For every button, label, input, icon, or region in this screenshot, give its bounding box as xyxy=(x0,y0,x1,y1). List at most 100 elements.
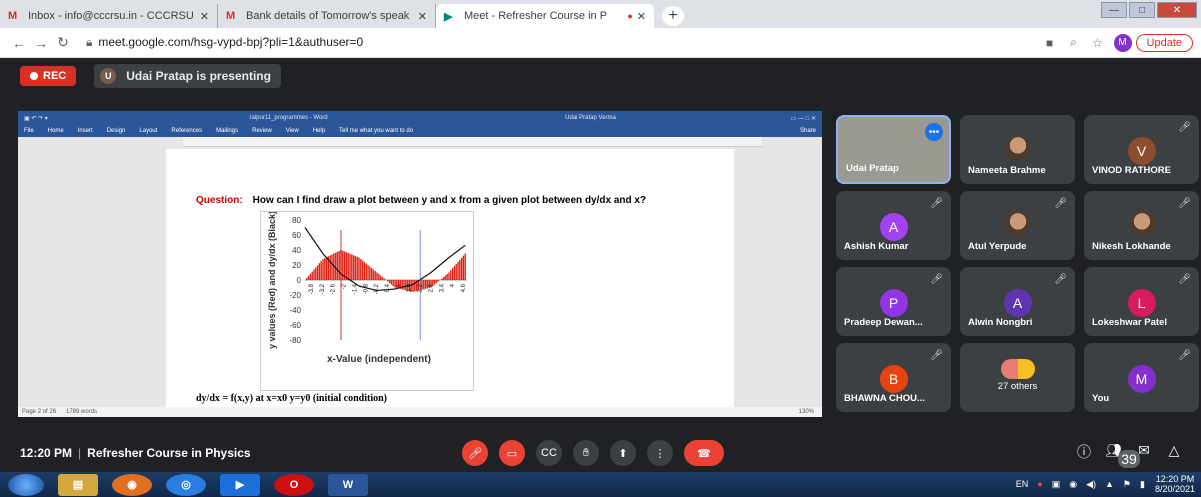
mic-muted-icon: 🎤︎ xyxy=(930,198,943,209)
y-axis-label: y values (Red) and dy/dx (Black) xyxy=(267,212,277,349)
opera-icon[interactable]: O xyxy=(274,473,314,496)
y-tick-label: -40 xyxy=(289,306,301,315)
participant-tile[interactable]: 🎤︎ M You xyxy=(1084,343,1199,412)
participant-avatar: P xyxy=(879,289,908,317)
participant-photo xyxy=(1128,211,1155,237)
windows-taskbar: ▤ ◉ ◎ ▶ O W EN ● ▣ ◉ ◀) ▲ ⚑ ▮ 12:20 PM 8… xyxy=(0,472,1201,497)
chrome-icon[interactable]: ◎ xyxy=(166,473,206,496)
network-icon[interactable]: ▲ xyxy=(1105,479,1114,489)
shared-screen: ▣ ↶ ↷ ▾ raipur11_programmes - Word Udai … xyxy=(18,111,822,417)
x-tick-label: 1.6 xyxy=(407,283,413,292)
x-tick-label: -2.6 xyxy=(331,283,337,294)
participant-tile[interactable]: 🎤︎ V VINOD RATHORE xyxy=(1084,115,1199,184)
flag-icon[interactable]: ⚑ xyxy=(1123,479,1131,490)
participant-name: You xyxy=(1092,393,1110,404)
word-menu-view: View xyxy=(285,128,299,134)
file-explorer-icon[interactable]: ▤ xyxy=(58,473,98,496)
participant-photo xyxy=(1004,211,1031,237)
participant-tile[interactable]: 🎤︎ P Pradeep Dewan... xyxy=(836,267,951,336)
taskbar-clock[interactable]: 12:20 PM 8/20/2021 xyxy=(1155,474,1195,494)
participant-tile[interactable]: 🎤︎ A Ashish Kumar xyxy=(836,191,951,260)
minimize-button[interactable]: — xyxy=(1101,2,1127,18)
participant-name: Alwin Nongbri xyxy=(968,317,1033,328)
people-button[interactable]: 👥︎39 xyxy=(1099,442,1140,475)
participant-avatar: V xyxy=(1127,137,1156,165)
participant-tile[interactable]: 🎤︎ L Lokeshwar Patel xyxy=(1084,267,1199,336)
close-icon[interactable]: ✕ xyxy=(418,10,427,23)
raise-hand-button[interactable]: ✋︎ xyxy=(573,440,599,466)
star-icon[interactable]: ☆ xyxy=(1086,36,1110,50)
close-icon[interactable]: ✕ xyxy=(200,10,209,23)
participant-tile[interactable]: 🎤︎ Atul Yerpude xyxy=(960,191,1075,260)
x-tick-label: 4.6 xyxy=(461,283,467,292)
present-button[interactable]: ⬆ xyxy=(610,440,636,466)
status-page: Page 2 of 26 xyxy=(22,409,57,415)
info-button[interactable]: ⓘ xyxy=(1069,442,1099,475)
participant-avatar: L xyxy=(1127,289,1156,317)
mic-muted-icon: 🎤︎ xyxy=(930,274,943,285)
word-menu-references: References xyxy=(171,128,203,134)
window-close-button[interactable]: ✕ xyxy=(1157,2,1197,18)
mic-off-button[interactable]: 🎤︎ xyxy=(462,440,488,466)
chat-button[interactable]: ✉ xyxy=(1129,442,1159,475)
participant-tile[interactable]: 🎤︎ B BHAWNA CHOU... xyxy=(836,343,951,412)
new-tab-button[interactable]: + xyxy=(662,6,684,26)
participant-avatar: M xyxy=(1127,365,1156,393)
chart-container: 80 60 40 20 0 -20 -40 -60 -80 -3.8 -3.2 -2.6 -2 -1.4-… xyxy=(260,211,474,391)
more-options-button[interactable]: ⋮ xyxy=(647,440,673,466)
back-icon[interactable]: ← xyxy=(8,35,30,51)
zoom-icon[interactable]: ⌕ xyxy=(1062,35,1086,50)
meeting-title: Refresher Course in Physics xyxy=(87,446,251,460)
y-tick-label: -60 xyxy=(289,321,301,330)
update-button[interactable]: Update xyxy=(1135,33,1193,52)
y-tick-label: -20 xyxy=(289,291,301,300)
tab-bank-details[interactable]: M Bank details of Tomorrow's speak ✕ xyxy=(218,4,436,28)
word-page: Question: How can I find draw a plot betw… xyxy=(166,149,734,409)
word-menu-design: Design xyxy=(106,128,126,134)
maximize-button[interactable]: □ xyxy=(1129,2,1155,18)
participant-tile[interactable]: ••• Udai Pratap xyxy=(836,115,951,184)
tray-app-icon[interactable]: ◉ xyxy=(1069,479,1077,490)
close-icon[interactable]: ✕ xyxy=(637,10,646,23)
window-controls: — □ ✕ xyxy=(1099,2,1197,18)
participant-tile[interactable]: 27 others xyxy=(960,343,1075,412)
start-button[interactable] xyxy=(8,473,44,496)
camera-off-button[interactable]: ▭ xyxy=(499,440,525,466)
forward-icon[interactable]: → xyxy=(30,35,52,51)
speaker-icon[interactable]: ◀) xyxy=(1086,479,1096,490)
reload-icon[interactable]: ↻ xyxy=(52,34,74,51)
participant-name: BHAWNA CHOU... xyxy=(844,393,925,404)
tab-meet[interactable]: ▶ Meet - Refresher Course in P ● ✕ xyxy=(436,4,654,28)
y-tick-label: 40 xyxy=(292,246,301,255)
url-field[interactable]: 🔒︎ meet.google.com/hsg-vypd-bpj?pli=1&aut… xyxy=(86,35,1038,50)
opera-tray-icon[interactable]: ● xyxy=(1037,479,1042,489)
participant-tile[interactable]: 🎤︎ Nikesh Lokhande xyxy=(1084,191,1199,260)
word-menu-mailings: Mailings xyxy=(216,128,239,134)
participant-tile[interactable]: Nameeta Brahme xyxy=(960,115,1075,184)
camera-icon[interactable]: ■ xyxy=(1038,36,1062,50)
tray-app-icon[interactable]: ▣ xyxy=(1052,479,1061,490)
participant-name: Pradeep Dewan... xyxy=(844,317,923,328)
participant-tile[interactable]: 🎤︎ A Alwin Nongbri xyxy=(960,267,1075,336)
rec-badge: REC xyxy=(20,66,77,86)
chart-svg: 806040200-20-40-60-80-3.8 -3.2 -2.6 -2 -1.4-… xyxy=(267,211,467,365)
language-indicator[interactable]: EN xyxy=(1016,479,1029,489)
tab-inbox[interactable]: M Inbox - info@cccrsu.in - CCCRSU ✕ xyxy=(0,4,218,28)
more-options-icon[interactable]: ••• xyxy=(925,123,943,141)
recording-dot-icon: ● xyxy=(627,11,633,21)
gmail-icon: M xyxy=(226,10,236,22)
profile-avatar[interactable]: M xyxy=(1113,33,1132,52)
battery-icon[interactable]: ▮ xyxy=(1140,479,1145,490)
activities-button[interactable]: △ xyxy=(1159,442,1189,475)
captions-button[interactable]: CC xyxy=(536,440,562,466)
participant-name: Lokeshwar Patel xyxy=(1092,317,1167,328)
participant-name: VINOD RATHORE xyxy=(1092,165,1171,176)
x-tick-label: -3.8 xyxy=(309,283,315,294)
leave-call-button[interactable]: ☎ xyxy=(684,440,724,466)
media-player-icon[interactable]: ◉ xyxy=(112,473,152,496)
word-icon[interactable]: W xyxy=(328,473,368,496)
word-doc-title: raipur11_programmes - Word xyxy=(249,115,328,121)
media-icon[interactable]: ▶ xyxy=(220,473,260,496)
word-menu-help: Help xyxy=(312,128,326,134)
word-menu-file: File xyxy=(24,128,34,134)
